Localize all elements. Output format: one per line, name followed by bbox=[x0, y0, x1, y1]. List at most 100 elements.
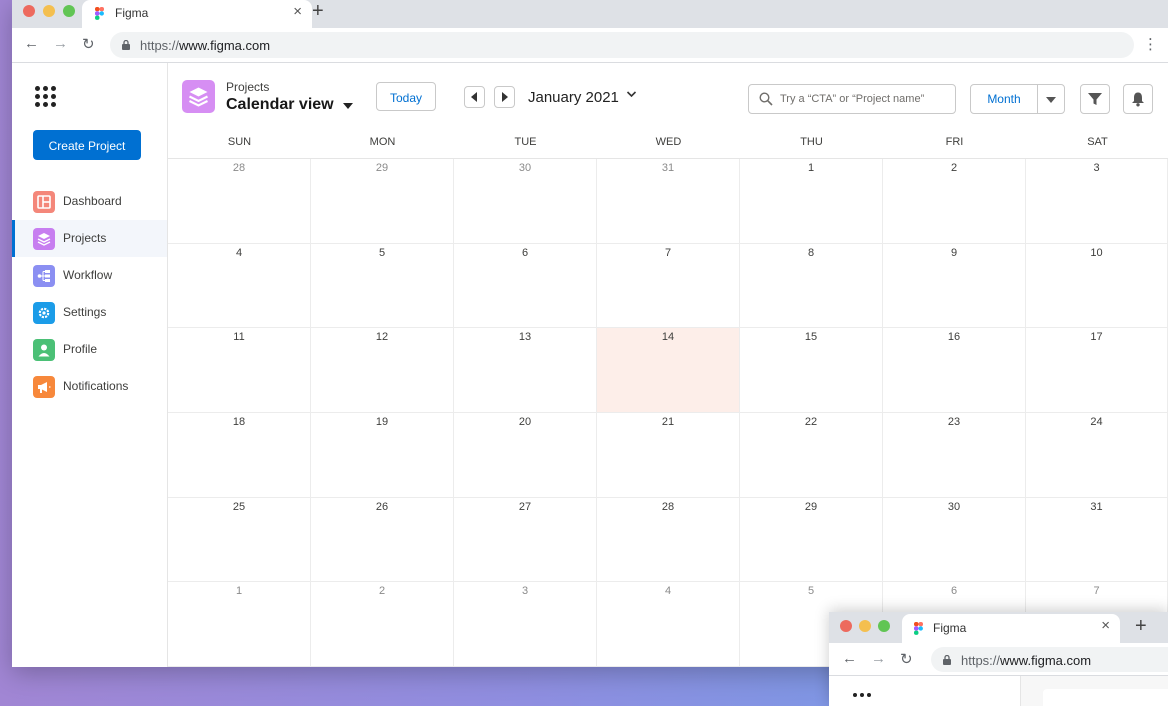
caret-down-icon[interactable] bbox=[1046, 97, 1056, 103]
calendar-day[interactable]: 13 bbox=[454, 328, 597, 413]
calendar-day[interactable]: 31 bbox=[597, 159, 740, 244]
address-bar: ← → ↻ https://www.figma.com ⋮ bbox=[12, 28, 1168, 63]
calendar-day[interactable]: 2 bbox=[883, 159, 1026, 244]
calendar-day[interactable]: 4 bbox=[597, 582, 740, 667]
caret-down-icon[interactable] bbox=[343, 103, 353, 109]
day-number: 5 bbox=[807, 585, 815, 597]
calendar-day[interactable]: 3 bbox=[1026, 159, 1168, 244]
close-tab-icon[interactable]: × bbox=[293, 3, 302, 20]
maximize-window-button[interactable] bbox=[63, 5, 75, 17]
calendar-day[interactable]: 1 bbox=[740, 159, 883, 244]
calendar-day[interactable]: 16 bbox=[883, 328, 1026, 413]
previous-month-button[interactable] bbox=[464, 86, 485, 108]
calendar-day[interactable]: 18 bbox=[168, 413, 311, 498]
sidebar-item-label: Workflow bbox=[63, 268, 113, 282]
browser-tab[interactable]: Figma × bbox=[82, 0, 312, 28]
month-label[interactable]: January 2021 bbox=[528, 89, 619, 106]
reload-icon[interactable]: ↻ bbox=[900, 650, 913, 668]
calendar-day[interactable]: 9 bbox=[883, 244, 1026, 328]
calendar-day[interactable]: 28 bbox=[597, 498, 740, 582]
calendar-day[interactable]: 12 bbox=[311, 328, 454, 413]
search-input[interactable]: Try a “CTA” or “Project name” bbox=[748, 84, 956, 114]
minimize-window-button[interactable] bbox=[43, 5, 55, 17]
calendar-day[interactable]: 20 bbox=[454, 413, 597, 498]
calendar-day[interactable]: 1 bbox=[168, 582, 311, 667]
chevron-down-icon[interactable] bbox=[626, 88, 637, 100]
sidebar-item-dashboard[interactable]: Dashboard bbox=[12, 183, 167, 220]
calendar-day[interactable]: 23 bbox=[883, 413, 1026, 498]
calendar-day[interactable]: 10 bbox=[1026, 244, 1168, 328]
calendar-day-today[interactable]: 14 bbox=[597, 328, 740, 413]
calendar-day[interactable]: 27 bbox=[454, 498, 597, 582]
calendar-day[interactable]: 15 bbox=[740, 328, 883, 413]
calendar-day[interactable]: 21 bbox=[597, 413, 740, 498]
caret-right-icon bbox=[502, 92, 508, 102]
new-tab-button[interactable]: + bbox=[1135, 615, 1147, 638]
calendar-day[interactable]: 25 bbox=[168, 498, 311, 582]
sidebar-item-projects[interactable]: Projects bbox=[12, 220, 167, 257]
day-number: 13 bbox=[518, 331, 532, 343]
day-number: 10 bbox=[1090, 247, 1103, 259]
day-number: 16 bbox=[947, 331, 961, 343]
close-window-button[interactable] bbox=[23, 5, 35, 17]
today-button[interactable]: Today bbox=[376, 82, 436, 111]
calendar-day[interactable]: 11 bbox=[168, 328, 311, 413]
url-field[interactable]: https://www.figma.com bbox=[931, 647, 1168, 672]
weekday-label: MON bbox=[369, 136, 396, 148]
calendar-day[interactable]: 19 bbox=[311, 413, 454, 498]
next-month-button[interactable] bbox=[494, 86, 515, 108]
minimize-window-button[interactable] bbox=[859, 620, 871, 632]
bell-icon bbox=[1132, 92, 1144, 107]
new-tab-button[interactable]: + bbox=[312, 0, 324, 23]
weekday-header: SUN MON TUE WED THU FRI SAT bbox=[168, 133, 1168, 159]
view-select[interactable]: Month bbox=[970, 84, 1065, 114]
calendar-day[interactable]: 4 bbox=[168, 244, 311, 328]
day-number: 4 bbox=[664, 585, 672, 597]
day-number: 2 bbox=[378, 585, 386, 597]
create-project-button[interactable]: Create Project bbox=[33, 130, 141, 160]
calendar-day[interactable]: 22 bbox=[740, 413, 883, 498]
sidebar-item-profile[interactable]: Profile bbox=[12, 331, 167, 368]
calendar-day[interactable]: 28 bbox=[168, 159, 311, 244]
day-number: 14 bbox=[661, 331, 675, 343]
app-launcher-icon[interactable] bbox=[35, 86, 56, 107]
forward-arrow-icon[interactable]: → bbox=[53, 35, 68, 52]
lock-icon bbox=[122, 40, 130, 50]
browser-menu-icon[interactable]: ⋮ bbox=[1143, 35, 1158, 53]
calendar-day[interactable]: 29 bbox=[740, 498, 883, 582]
sidebar-item-notifications[interactable]: Notifications bbox=[12, 368, 167, 405]
close-tab-icon[interactable]: × bbox=[1101, 617, 1110, 634]
calendar-day[interactable]: 3 bbox=[454, 582, 597, 667]
browser-tab[interactable]: Figma × bbox=[902, 614, 1120, 643]
calendar-day[interactable]: 5 bbox=[311, 244, 454, 328]
page-title[interactable]: Calendar view bbox=[226, 96, 334, 114]
notifications-button[interactable] bbox=[1123, 84, 1153, 114]
back-arrow-icon[interactable]: ← bbox=[842, 650, 857, 667]
calendar-day[interactable]: 30 bbox=[883, 498, 1026, 582]
day-number: 15 bbox=[804, 331, 818, 343]
sidebar-item-settings[interactable]: Settings bbox=[12, 294, 167, 331]
sidebar-item-workflow[interactable]: Workflow bbox=[12, 257, 167, 294]
forward-arrow-icon[interactable]: → bbox=[871, 650, 886, 667]
url-field[interactable]: https://www.figma.com bbox=[110, 32, 1134, 58]
calendar-day[interactable]: 17 bbox=[1026, 328, 1168, 413]
back-arrow-icon[interactable]: ← bbox=[24, 35, 39, 52]
day-number: 12 bbox=[375, 331, 389, 343]
calendar-day[interactable]: 8 bbox=[740, 244, 883, 328]
page-eyebrow: Projects bbox=[226, 80, 270, 94]
secondary-browser-window: Figma × + ← → ↻ https://www.figma.com bbox=[829, 612, 1168, 706]
day-number: 17 bbox=[1090, 331, 1103, 343]
filter-button[interactable] bbox=[1080, 84, 1110, 114]
calendar-day[interactable]: 7 bbox=[597, 244, 740, 328]
caret-left-icon bbox=[471, 92, 477, 102]
calendar-day[interactable]: 26 bbox=[311, 498, 454, 582]
calendar-day[interactable]: 6 bbox=[454, 244, 597, 328]
maximize-window-button[interactable] bbox=[878, 620, 890, 632]
calendar-day[interactable]: 2 bbox=[311, 582, 454, 667]
reload-icon[interactable]: ↻ bbox=[82, 35, 95, 53]
calendar-day[interactable]: 24 bbox=[1026, 413, 1168, 498]
calendar-day[interactable]: 30 bbox=[454, 159, 597, 244]
close-window-button[interactable] bbox=[840, 620, 852, 632]
calendar-day[interactable]: 31 bbox=[1026, 498, 1168, 582]
calendar-day[interactable]: 29 bbox=[311, 159, 454, 244]
